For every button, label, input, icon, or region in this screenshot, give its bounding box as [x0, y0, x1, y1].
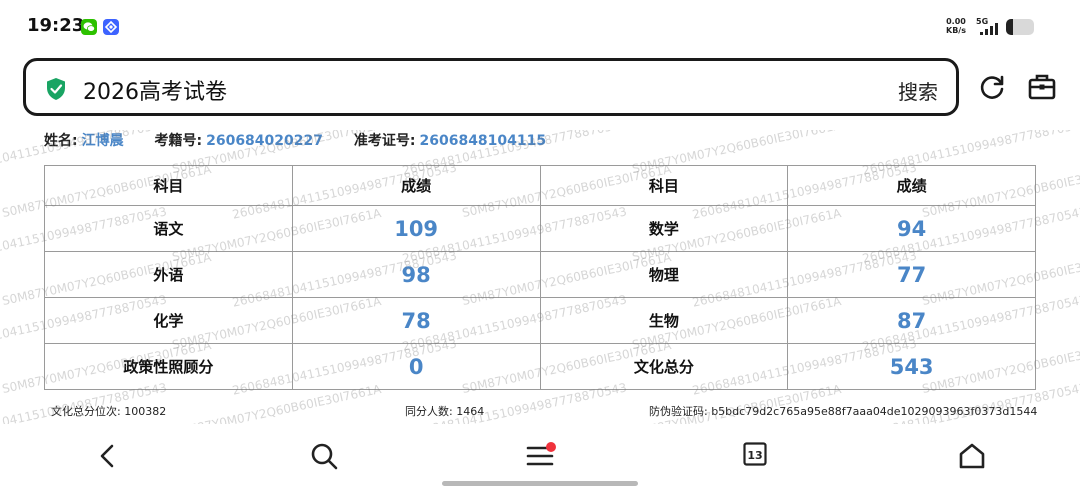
signal-icon: [980, 23, 998, 35]
score-table: 科目 成绩 科目 成绩 语文 109 数学 94 外语 98 物理 77 化学 …: [44, 165, 1036, 390]
header-subject: 科目: [539, 165, 789, 206]
subject-cell: 政策性照顾分: [44, 343, 293, 390]
security-shield-icon: [47, 78, 65, 100]
roll-number: 260684020227: [206, 133, 323, 149]
search-button[interactable]: 搜索: [898, 76, 938, 105]
search-icon[interactable]: [309, 441, 339, 471]
score-cell: 78: [291, 297, 541, 344]
wechat-notification-icon: [81, 19, 97, 35]
subject-cell: 文化总分: [539, 343, 789, 390]
score-cell: 109: [291, 205, 541, 252]
candidate-name: 江博晨: [81, 133, 124, 149]
table-header-row: 科目 成绩 科目 成绩: [44, 165, 1036, 206]
header-subject: 科目: [44, 165, 293, 206]
network-speed: 0.00 KB/s: [946, 17, 966, 35]
subject-cell: 数学: [539, 205, 789, 252]
table-row: 外语 98 物理 77: [44, 251, 1036, 298]
score-cell: 98: [291, 251, 541, 298]
exam-number: 2606848104115: [419, 133, 547, 149]
rank-text: 文化总分位次: 100382: [51, 405, 167, 418]
same-score-count: 同分人数: 1464: [405, 405, 485, 418]
verification-code: 防伪验证码: b5bdc79d2c765a95e88f7aaa04de10290…: [649, 405, 1038, 418]
refresh-icon[interactable]: [977, 72, 1007, 102]
status-bar: 19:23 0.00 KB/s 5G: [0, 0, 1080, 52]
search-query[interactable]: 2026高考试卷: [83, 74, 227, 106]
search-bar[interactable]: 2026高考试卷 搜索: [23, 58, 959, 116]
subject-cell: 外语: [44, 251, 293, 298]
score-cell: 94: [787, 205, 1036, 252]
header-score: 成绩: [291, 165, 541, 206]
candidate-info: 姓名: 江博晨 考籍号: 260684020227 准考证号: 26068481041…: [44, 130, 572, 150]
subject-cell: 物理: [539, 251, 789, 298]
score-cell: 87: [787, 297, 1036, 344]
clock: 19:23: [27, 15, 85, 36]
score-cell: 77: [787, 251, 1036, 298]
table-row: 化学 78 生物 87: [44, 297, 1036, 344]
app-notification-icon: [103, 19, 119, 35]
subject-cell: 生物: [539, 297, 789, 344]
exam-number-label: 准考证号:: [353, 133, 416, 149]
score-report: 姓名: 江博晨 考籍号: 260684020227 准考证号: 26068481041…: [0, 130, 1080, 424]
subject-cell: 化学: [44, 297, 293, 344]
calendar-day: 13: [747, 449, 763, 462]
score-cell: 0: [291, 343, 541, 390]
battery-icon: [1006, 19, 1034, 35]
header-score: 成绩: [787, 165, 1036, 206]
back-icon[interactable]: [93, 441, 123, 471]
roll-number-label: 考籍号:: [154, 133, 203, 149]
total-score-cell: 543: [787, 343, 1036, 390]
table-row: 语文 109 数学 94: [44, 205, 1036, 252]
subject-cell: 语文: [44, 205, 293, 252]
toolbox-icon[interactable]: [1027, 72, 1057, 102]
calendar-icon[interactable]: 13: [743, 441, 773, 471]
table-row: 政策性照顾分 0 文化总分 543: [44, 343, 1036, 390]
notification-dot: [546, 442, 556, 452]
gesture-bar[interactable]: [442, 481, 638, 486]
name-label: 姓名:: [44, 133, 78, 149]
home-icon[interactable]: [957, 441, 987, 471]
